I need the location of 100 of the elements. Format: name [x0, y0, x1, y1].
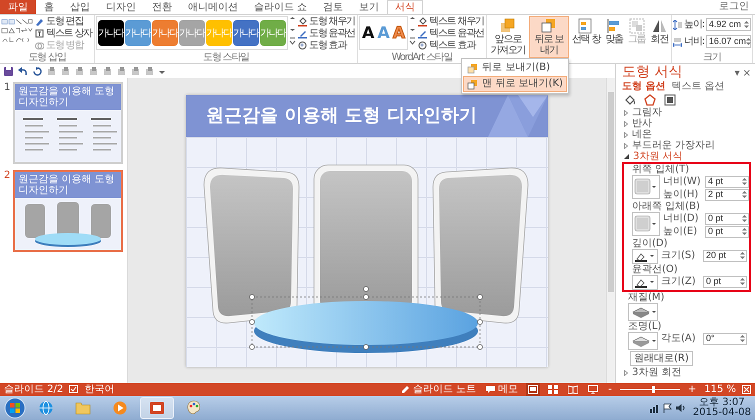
start-button[interactable]	[4, 397, 26, 419]
vertical-scrollbar[interactable]	[606, 78, 615, 383]
number-field[interactable]: 0°	[703, 332, 747, 344]
size-field[interactable]: 16.07 cm	[706, 35, 751, 48]
paint-bucket-icon[interactable]	[624, 94, 636, 106]
notes-button[interactable]: 슬라이드 노트	[398, 383, 478, 396]
clock-time[interactable]: 오후 3:07	[699, 398, 745, 408]
pane-tab[interactable]: 도형 옵션	[622, 81, 666, 92]
shape-tool-icon[interactable]	[131, 66, 140, 76]
view-button[interactable]	[526, 383, 540, 396]
number-field[interactable]: 0 pt	[705, 212, 749, 224]
spinner-icon[interactable]	[742, 177, 747, 186]
view-button[interactable]	[586, 383, 600, 396]
lighting-picker[interactable]	[628, 332, 658, 350]
ribbon-tab[interactable]: 검토	[315, 0, 352, 14]
ribbon-tab[interactable]: 홈	[36, 0, 62, 14]
zoom-out-button[interactable]: -	[606, 383, 614, 396]
zoom-level[interactable]: 115 %	[704, 383, 736, 396]
wordart-style[interactable]: A	[360, 17, 376, 49]
section-header[interactable]: 그림자	[622, 107, 751, 118]
ribbon-command[interactable]: 도형 채우기	[296, 16, 356, 28]
save-icon[interactable]	[4, 66, 13, 76]
spinner-icon[interactable]	[740, 334, 745, 343]
spinner-icon[interactable]	[742, 214, 747, 223]
spinner-icon[interactable]	[744, 20, 749, 29]
selection-frame[interactable]	[249, 286, 483, 350]
shape-tool-icon[interactable]	[103, 66, 112, 76]
slider-thumb[interactable]	[652, 386, 655, 393]
ribbon-button[interactable]: 앞으로 가져오기	[488, 16, 528, 58]
section-header[interactable]: 네온	[622, 129, 751, 140]
close-button[interactable]: ×	[742, 68, 751, 78]
ribbon-tab[interactable]: 삽입	[62, 0, 98, 14]
view-button[interactable]	[566, 383, 580, 396]
size-grid-icon[interactable]	[664, 94, 676, 106]
ribbon-tab[interactable]: 전환	[144, 0, 180, 14]
shape-tool-icon[interactable]	[75, 66, 84, 76]
spinner-icon[interactable]	[740, 251, 745, 260]
section-header[interactable]: 3차원 서식	[622, 151, 751, 162]
color-picker[interactable]	[632, 275, 658, 290]
menu-item[interactable]: 맨 뒤로 보내기(K)	[463, 76, 567, 92]
pentagon-icon[interactable]	[644, 94, 656, 106]
ribbon-tab[interactable]: 슬라이드 쇼	[246, 0, 316, 14]
ribbon-command[interactable]: 텍스트 채우기	[417, 16, 485, 28]
number-field[interactable]: 4 pt	[705, 176, 749, 188]
ribbon-command[interactable]: 텍스트 효과	[417, 40, 485, 52]
redo-icon[interactable]	[33, 66, 42, 76]
gallery-scroll-icon[interactable]	[288, 16, 296, 46]
ribbon-tab[interactable]: 디자인	[98, 0, 144, 14]
menu-item[interactable]: 뒤로 보내기(B)	[463, 60, 567, 76]
ribbon-tab[interactable]: 서식	[387, 0, 424, 14]
shape-tool-icon[interactable]	[47, 66, 56, 76]
shape-tool-icon[interactable]	[117, 66, 126, 76]
material-picker[interactable]	[628, 303, 658, 321]
spinner-icon[interactable]	[742, 190, 747, 199]
fit-to-window-icon[interactable]	[742, 385, 751, 394]
number-field[interactable]: 0 pt	[705, 226, 749, 238]
section-header[interactable]: 부드러운 가장자리	[622, 140, 751, 151]
undo-icon[interactable]	[18, 66, 28, 76]
pane-menu-button[interactable]: ▾	[734, 68, 740, 78]
spinner-icon[interactable]	[742, 227, 747, 236]
ribbon-tab[interactable]: 애니메이션	[180, 0, 246, 14]
style-swatch[interactable]: 가나다	[98, 20, 124, 46]
ribbon-button[interactable]: 맞춤	[603, 16, 625, 47]
ribbon-button[interactable]: 회전	[648, 16, 670, 47]
proofing-icon[interactable]	[69, 385, 78, 394]
zoom-slider[interactable]	[620, 386, 680, 393]
ribbon-tab[interactable]: 보기	[351, 0, 388, 14]
spinner-icon[interactable]	[740, 277, 745, 286]
number-field[interactable]: 0 pt	[703, 276, 747, 288]
ribbon-command[interactable]: 텍스트 상자	[34, 28, 93, 40]
shape-tool-icon[interactable]	[145, 66, 154, 76]
color-picker[interactable]	[632, 249, 658, 264]
ribbon-button[interactable]: 선택 창	[570, 16, 602, 47]
ribbon-button[interactable]: 뒤로 보내기	[528, 16, 569, 58]
view-button[interactable]	[546, 383, 560, 396]
clock-date[interactable]: 2015-04-08	[692, 408, 751, 418]
speaker-icon[interactable]	[676, 403, 686, 413]
language-indicator[interactable]: 한국어	[84, 383, 114, 396]
ribbon-command[interactable]: 도형 편집	[34, 16, 93, 28]
taskbar-button[interactable]	[140, 397, 174, 419]
ribbon-command[interactable]: 도형 윤곽선	[296, 28, 356, 40]
pane-tab[interactable]: 텍스트 옵션	[671, 81, 725, 92]
section-header[interactable]: 3차원 회전	[622, 367, 751, 378]
gallery-scroll-icon[interactable]	[409, 16, 416, 46]
zoom-in-button[interactable]: +	[686, 383, 698, 396]
network-icon[interactable]	[650, 403, 660, 413]
file-tab[interactable]: 파일	[0, 0, 36, 14]
shape-tool-icon[interactable]	[89, 66, 98, 76]
shape-tool-icon[interactable]	[61, 66, 70, 76]
number-field[interactable]: 20 pt	[703, 250, 747, 262]
comments-button[interactable]: 메모	[484, 383, 520, 396]
flag-icon[interactable]	[662, 403, 673, 413]
spinner-icon[interactable]	[746, 37, 751, 46]
size-field[interactable]: 4.92 cm	[706, 18, 751, 31]
reset-button[interactable]: 원래대로(R)	[630, 351, 693, 366]
ribbon-command[interactable]: 도형 효과	[296, 40, 356, 52]
sign-in-link[interactable]: 로그인	[713, 0, 755, 14]
style-swatch[interactable]: 가나다	[232, 20, 259, 46]
ribbon-command[interactable]: 텍스트 윤곽선	[417, 28, 485, 40]
number-field[interactable]: 2 pt	[705, 188, 749, 200]
